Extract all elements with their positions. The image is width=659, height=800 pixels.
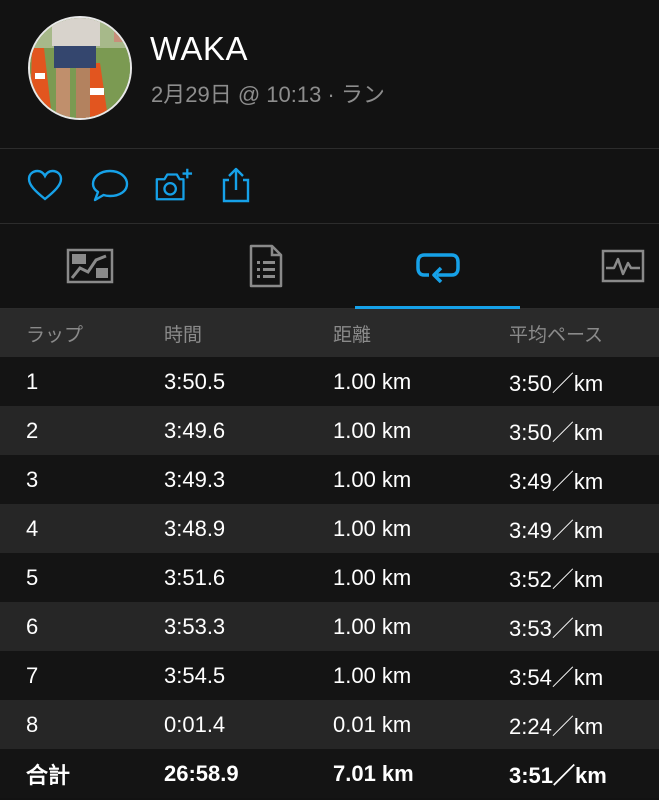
- lap-time: 3:49.6: [164, 406, 333, 455]
- total-avg-pace: 3:51／km: [509, 749, 659, 798]
- lap-number: 5: [0, 553, 164, 602]
- lap-distance: 0.01 km: [333, 700, 509, 749]
- map-icon: [66, 248, 113, 284]
- add-photo-button[interactable]: [153, 165, 193, 205]
- total-distance: 7.01 km: [333, 749, 509, 798]
- lap-pace: 3:50／km: [509, 357, 659, 406]
- column-header-avg-pace: 平均ペース: [509, 309, 659, 357]
- table-row[interactable]: 1 3:50.5 1.00 km 3:50／km: [0, 357, 659, 406]
- share-icon: [222, 167, 250, 203]
- like-button[interactable]: [25, 165, 65, 205]
- lap-distance: 1.00 km: [333, 455, 509, 504]
- lap-number: 8: [0, 700, 164, 749]
- laps-loop-icon: [415, 253, 460, 283]
- lap-pace: 3:49／km: [509, 455, 659, 504]
- lap-time: 0:01.4: [164, 700, 333, 749]
- lap-pace: 3:53／km: [509, 602, 659, 651]
- comment-icon: [91, 169, 129, 202]
- lap-distance: 1.00 km: [333, 553, 509, 602]
- lap-time: 3:51.6: [164, 553, 333, 602]
- avatar[interactable]: [28, 16, 132, 120]
- chart-monitor-icon: [601, 249, 644, 283]
- tab-charts[interactable]: [540, 224, 659, 308]
- runner-photo: [30, 18, 130, 118]
- lap-distance: 1.00 km: [333, 406, 509, 455]
- lap-distance: 1.00 km: [333, 602, 509, 651]
- activity-date-type: 2月29日 @ 10:13 · ラン: [151, 82, 385, 107]
- lap-number: 7: [0, 651, 164, 700]
- athlete-name[interactable]: WAKA: [150, 30, 248, 68]
- lap-pace: 3:52／km: [509, 553, 659, 602]
- action-bar: [0, 149, 659, 224]
- lap-pace: 3:50／km: [509, 406, 659, 455]
- lap-time: 3:53.3: [164, 602, 333, 651]
- camera-plus-icon: [155, 168, 193, 201]
- activity-tabs: [0, 224, 659, 309]
- lap-number: 3: [0, 455, 164, 504]
- lap-number: 4: [0, 504, 164, 553]
- column-header-lap: ラップ: [0, 309, 164, 357]
- table-row[interactable]: 3 3:49.3 1.00 km 3:49／km: [0, 455, 659, 504]
- laps-table: ラップ 時間 距離 平均ペース 1 3:50.5 1.00 km 3:50／km…: [0, 309, 659, 798]
- lap-time: 3:50.5: [164, 357, 333, 406]
- total-row: 合計 26:58.9 7.01 km 3:51／km: [0, 749, 659, 798]
- activity-header: WAKA 2月29日 @ 10:13 · ラン: [0, 0, 659, 149]
- column-header-time: 時間: [164, 309, 333, 357]
- lap-distance: 1.00 km: [333, 651, 509, 700]
- comment-button[interactable]: [90, 165, 130, 205]
- lap-time: 3:49.3: [164, 455, 333, 504]
- table-row[interactable]: 8 0:01.4 0.01 km 2:24／km: [0, 700, 659, 749]
- table-row[interactable]: 7 3:54.5 1.00 km 3:54／km: [0, 651, 659, 700]
- total-label: 合計: [0, 749, 164, 798]
- table-row[interactable]: 5 3:51.6 1.00 km 3:52／km: [0, 553, 659, 602]
- lap-time: 3:48.9: [164, 504, 333, 553]
- total-time: 26:58.9: [164, 749, 333, 798]
- tab-map[interactable]: [7, 224, 172, 308]
- table-row[interactable]: 6 3:53.3 1.00 km 3:53／km: [0, 602, 659, 651]
- lap-distance: 1.00 km: [333, 504, 509, 553]
- lap-pace: 3:54／km: [509, 651, 659, 700]
- lap-number: 1: [0, 357, 164, 406]
- column-header-distance: 距離: [333, 309, 509, 357]
- lap-pace: 2:24／km: [509, 700, 659, 749]
- lap-distance: 1.00 km: [333, 357, 509, 406]
- share-button[interactable]: [216, 165, 256, 205]
- laps-table-header: ラップ 時間 距離 平均ペース: [0, 309, 659, 357]
- heart-icon: [27, 169, 63, 201]
- details-document-icon: [249, 244, 282, 288]
- lap-time: 3:54.5: [164, 651, 333, 700]
- lap-number: 2: [0, 406, 164, 455]
- table-row[interactable]: 4 3:48.9 1.00 km 3:49／km: [0, 504, 659, 553]
- table-row[interactable]: 2 3:49.6 1.00 km 3:50／km: [0, 406, 659, 455]
- lap-number: 6: [0, 602, 164, 651]
- tab-details[interactable]: [183, 224, 348, 308]
- lap-pace: 3:49／km: [509, 504, 659, 553]
- tab-laps[interactable]: [355, 224, 520, 309]
